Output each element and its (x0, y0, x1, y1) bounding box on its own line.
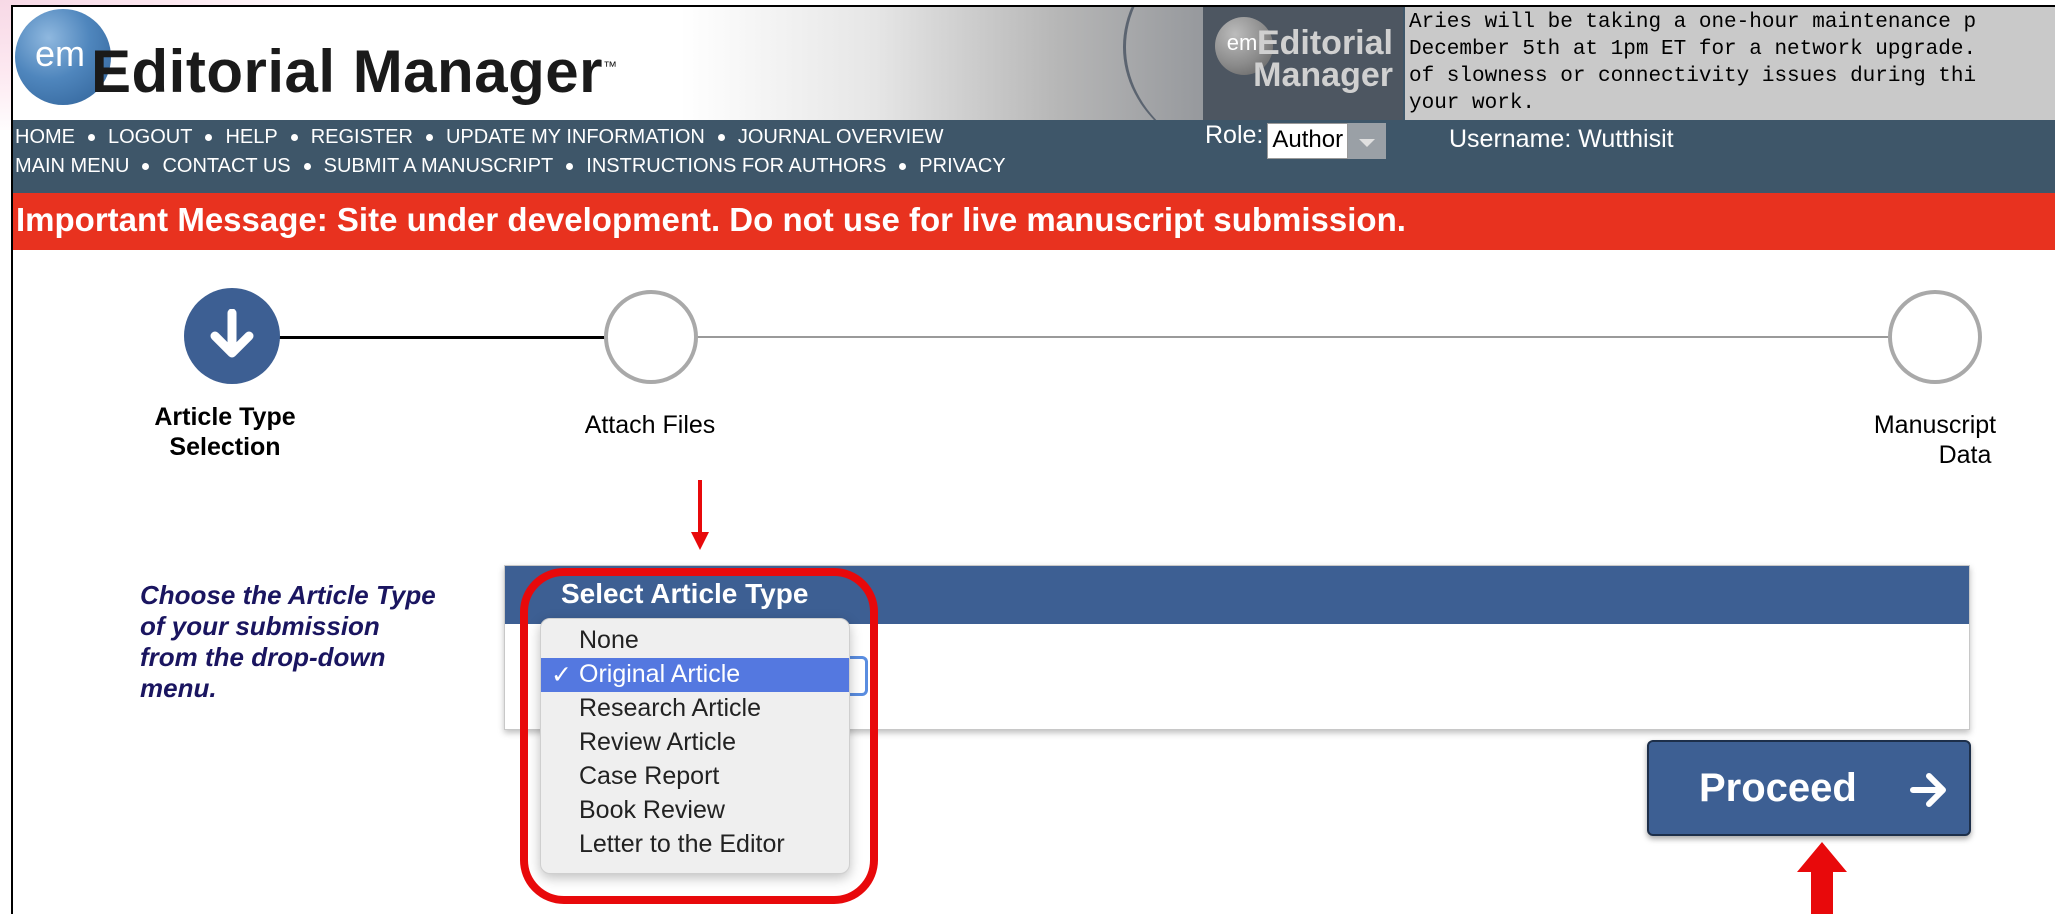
page-border (11, 5, 2055, 914)
page: em Editorial Manager™ em Editorial Manag… (0, 0, 2055, 914)
